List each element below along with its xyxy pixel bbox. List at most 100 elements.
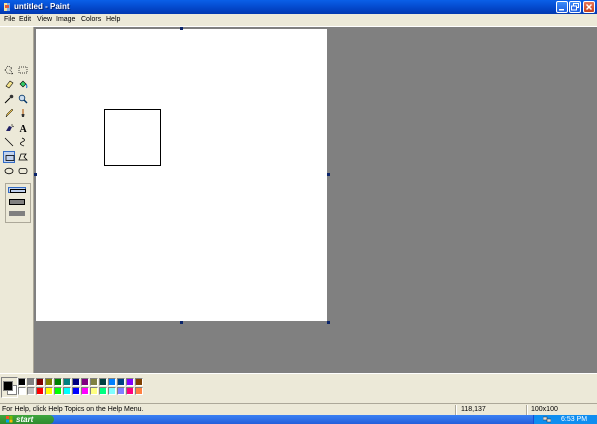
palette-swatch[interactable] [54,378,62,386]
current-colors [1,377,18,398]
tool-magnifier[interactable] [17,93,29,105]
tool-brush[interactable] [17,107,29,119]
palette-swatch[interactable] [99,387,107,395]
color-box [0,373,597,404]
menu-bar: File Edit View Image Colors Help [0,14,597,27]
palette-swatch[interactable] [27,387,35,395]
resize-handle-top [180,27,183,30]
tool-pencil[interactable] [3,107,15,119]
outline-filled-swatch [9,199,25,205]
palette-swatch[interactable] [36,378,44,386]
curve-icon [20,137,25,147]
tool-rounded-rectangle[interactable] [17,165,29,177]
palette-swatch[interactable] [90,378,98,386]
palette-swatch[interactable] [108,387,116,395]
window-title: untitled - Paint [14,2,70,11]
palette-swatch[interactable] [135,378,143,386]
menu-view[interactable]: View [37,14,52,26]
palette-swatch[interactable] [45,378,53,386]
palette-swatch[interactable] [18,387,26,395]
palette-swatch[interactable] [63,378,71,386]
brush-icon [21,109,25,117]
restore-button[interactable] [569,1,581,13]
tool-select[interactable] [17,64,29,76]
palette-swatch[interactable] [81,378,89,386]
menu-file[interactable]: File [4,14,15,26]
foreground-color[interactable] [3,381,13,391]
tool-airbrush[interactable] [3,122,15,134]
palette-swatch[interactable] [81,387,89,395]
drawing-canvas[interactable] [36,29,327,321]
drawn-rectangle [104,109,161,166]
resize-handle-corner[interactable] [327,321,330,324]
palette-swatch[interactable] [45,387,53,395]
palette-swatch[interactable] [135,387,143,395]
close-icon [585,3,593,11]
palette-swatch[interactable] [72,378,80,386]
free-form-select-icon [4,65,14,75]
resize-handle-left [34,173,37,176]
fill-option-outline-filled[interactable] [8,199,26,205]
palette-swatch[interactable] [18,378,26,386]
outline-swatch [10,189,26,193]
tool-fill[interactable] [17,78,29,90]
tool-free-form-select[interactable] [3,64,15,76]
title-bar: untitled - Paint [0,0,597,14]
system-tray: 6:53 PM [533,415,597,424]
paint-app-icon [4,3,10,11]
menu-image[interactable]: Image [56,14,75,26]
menu-colors[interactable]: Colors [81,14,101,26]
network-icon[interactable] [543,416,551,423]
magnifier-icon [18,94,28,104]
line-icon [4,137,14,147]
palette-swatch[interactable] [117,387,125,395]
pick-color-icon [4,94,14,104]
tool-eraser[interactable] [3,78,15,90]
minimize-button[interactable] [556,1,568,13]
tool-polygon[interactable] [17,151,29,163]
filled-swatch [9,211,25,216]
tool-pick-color[interactable] [3,93,15,105]
close-button[interactable] [583,1,595,13]
fill-option-filled[interactable] [8,211,26,217]
text-icon: A [20,124,28,133]
palette-swatch[interactable] [27,378,35,386]
tool-curve[interactable] [17,136,29,148]
resize-handle-right[interactable] [327,173,330,176]
status-separator [455,405,457,415]
svg-text:A: A [20,124,28,133]
tool-text[interactable]: A [17,122,29,134]
menu-edit[interactable]: Edit [19,14,31,26]
workspace [34,27,597,373]
rectangle-icon [5,155,15,161]
minimize-icon [559,9,564,11]
tool-line[interactable] [3,136,15,148]
rounded-rectangle-icon [18,168,28,174]
tool-ellipse[interactable] [3,165,15,177]
resize-handle-bottom[interactable] [180,321,183,324]
start-button[interactable]: start [0,415,54,424]
fill-option-outline[interactable] [8,187,26,193]
menu-help[interactable]: Help [106,14,120,26]
airbrush-icon [6,124,14,131]
eraser-icon [5,80,14,89]
status-separator [526,405,528,415]
palette-swatch[interactable] [126,378,134,386]
tool-rectangle[interactable] [3,151,15,163]
palette-swatch[interactable] [90,387,98,395]
palette-swatch[interactable] [99,378,107,386]
ellipse-icon [4,167,14,175]
windows-flag-icon [6,416,13,423]
start-label: start [16,415,34,424]
polygon-icon [18,153,28,161]
palette-swatch[interactable] [126,387,134,395]
palette-swatch[interactable] [54,387,62,395]
palette-swatch[interactable] [108,378,116,386]
palette-swatch[interactable] [36,387,44,395]
clock: 6:53 PM [561,416,588,423]
toolbox: A [0,27,34,373]
select-icon [18,66,28,74]
palette-swatch[interactable] [63,387,71,395]
palette-swatch[interactable] [72,387,80,395]
palette-swatch[interactable] [117,378,125,386]
